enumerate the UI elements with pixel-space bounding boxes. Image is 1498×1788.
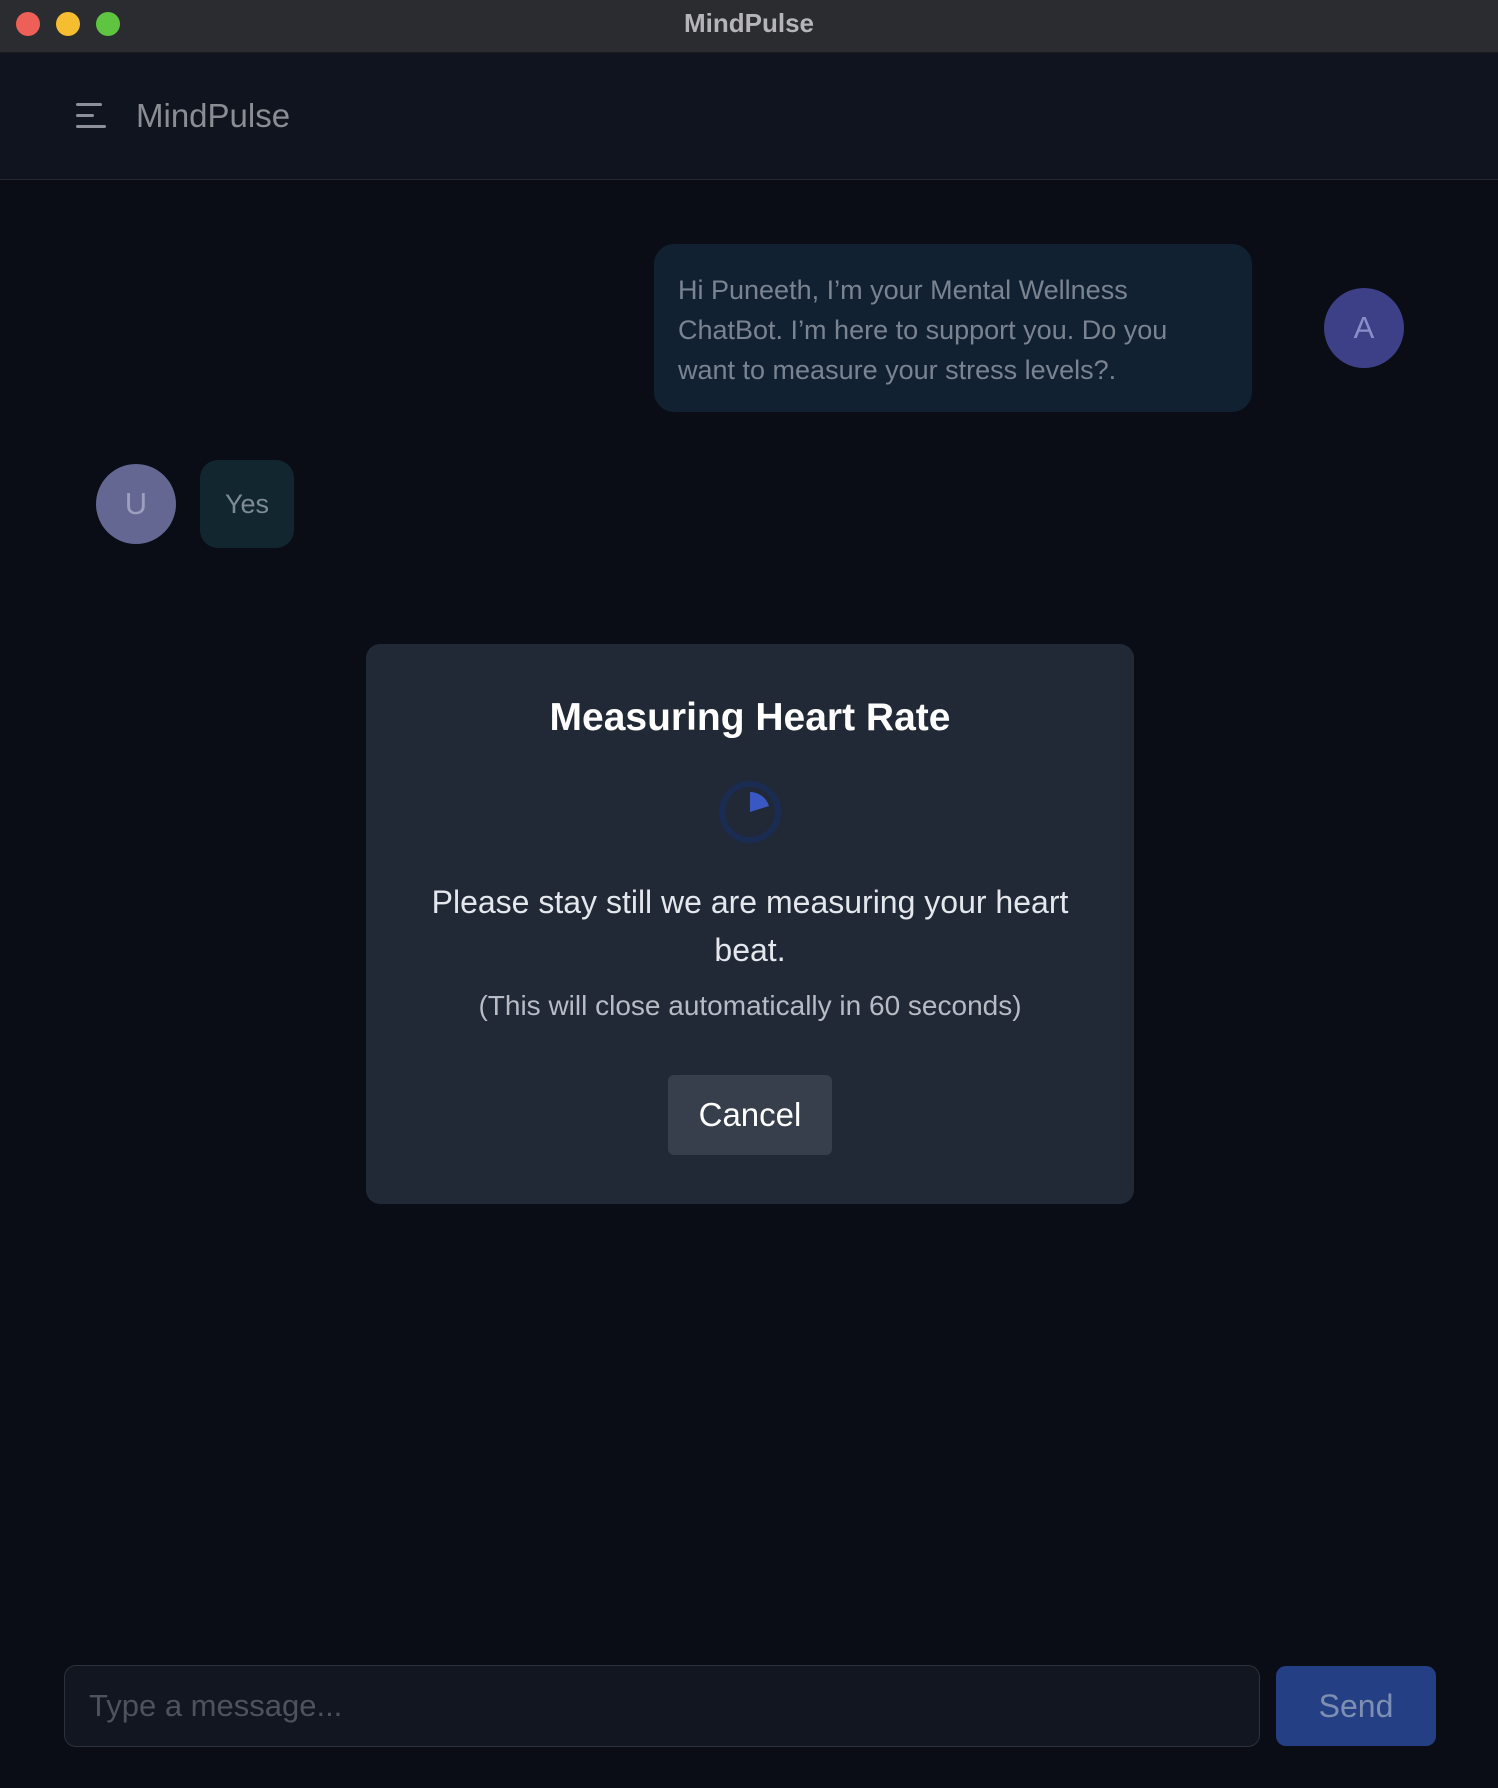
send-button[interactable]: Send [1276, 1666, 1436, 1746]
user-message-bubble: Yes [200, 460, 294, 548]
cancel-button[interactable]: Cancel [668, 1075, 832, 1155]
user-avatar: U [96, 464, 176, 544]
app-window: MindPulse MindPulse Hi Puneeth, I’m your… [0, 0, 1498, 1788]
heart-rate-modal: Measuring Heart Rate Please stay still w… [366, 644, 1134, 1204]
bot-avatar: A [1324, 288, 1404, 368]
modal-message: Please stay still we are measuring your … [431, 884, 1069, 968]
window-titlebar: MindPulse [0, 0, 1498, 53]
bot-message-bubble: Hi Puneeth, I’m your Mental Wellness Cha… [654, 244, 1252, 412]
hamburger-menu-icon[interactable] [76, 103, 106, 129]
modal-countdown-text: (This will close automatically in 60 sec… [478, 990, 1022, 1021]
app-header: MindPulse [0, 53, 1498, 180]
window-title: MindPulse [683, 8, 814, 38]
loading-spinner-icon [719, 781, 781, 843]
modal-title: Measuring Heart Rate [549, 696, 951, 739]
message-input[interactable] [64, 1665, 1260, 1747]
app-name: MindPulse [136, 97, 291, 134]
